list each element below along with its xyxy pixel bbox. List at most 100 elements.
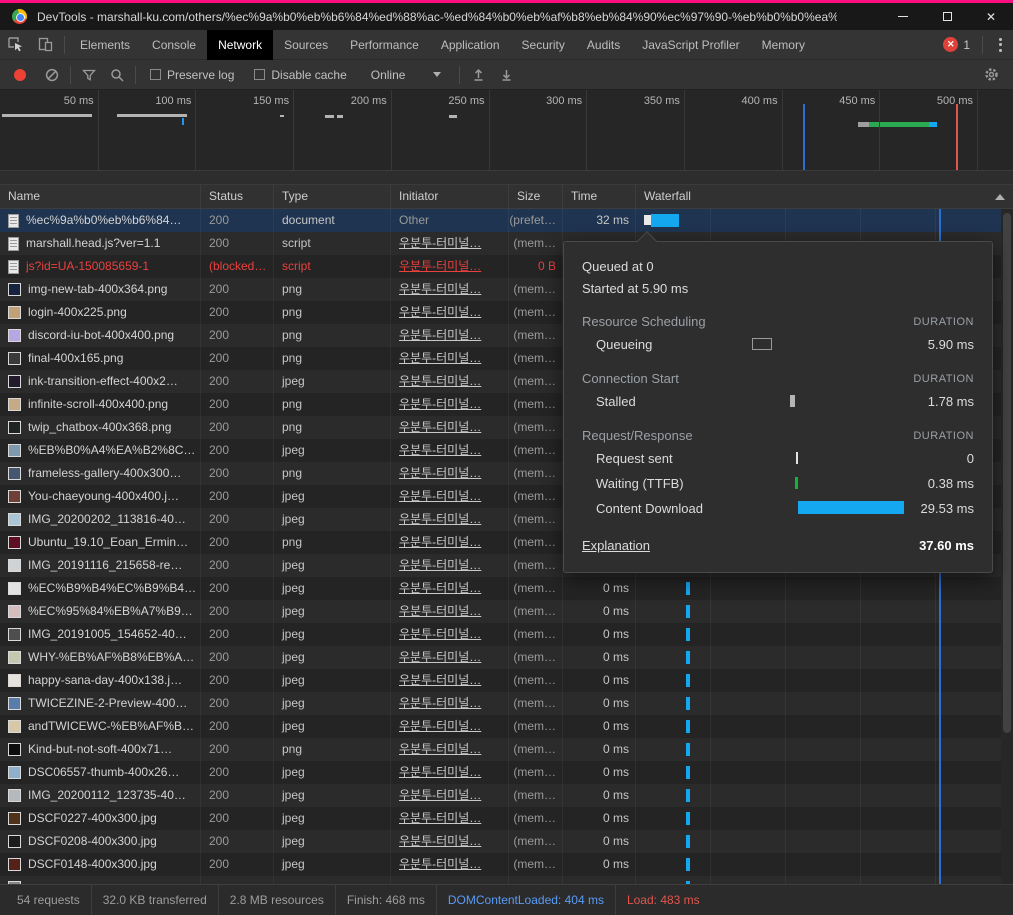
waterfall-cell[interactable] xyxy=(635,876,1013,884)
waterfall-cell[interactable] xyxy=(635,784,1013,807)
request-row[interactable]: %ec%9a%b0%eb%b6%84…200documentOther(pref… xyxy=(0,209,1013,232)
import-har-button[interactable] xyxy=(464,61,492,89)
maximize-button[interactable] xyxy=(925,3,969,30)
preserve-log-checkbox[interactable] xyxy=(150,69,161,80)
column-header-initiator[interactable]: Initiator xyxy=(390,185,508,209)
waterfall-cell[interactable] xyxy=(635,830,1013,853)
waterfall-cell[interactable] xyxy=(635,600,1013,623)
initiator-link[interactable]: 우분투-터미널… xyxy=(399,558,481,572)
inspect-element-button[interactable] xyxy=(0,30,30,60)
vertical-scrollbar[interactable] xyxy=(1001,209,1013,884)
initiator-link[interactable]: 우분투-터미널… xyxy=(399,420,481,434)
initiator-link[interactable]: 우분투-터미널… xyxy=(399,443,481,457)
tab-security[interactable]: Security xyxy=(511,30,576,60)
disable-cache-toggle[interactable]: Disable cache xyxy=(254,68,346,82)
minimize-button[interactable] xyxy=(881,3,925,30)
request-row[interactable]: WHY-%EB%AF%B8%EB%A…200jpeg우분투-터미널…(mem…0… xyxy=(0,646,1013,669)
initiator-link[interactable]: 우분투-터미널… xyxy=(399,765,481,779)
tab-network[interactable]: Network xyxy=(207,30,273,60)
devtools-menu-button[interactable] xyxy=(987,30,1013,60)
tab-javascript-profiler[interactable]: JavaScript Profiler xyxy=(631,30,750,60)
request-row[interactable]: IMG_20200112_123735-40…200jpeg우분투-터미널…(m… xyxy=(0,784,1013,807)
initiator-link[interactable]: 우분투-터미널… xyxy=(399,282,481,296)
column-header-size[interactable]: Size xyxy=(508,185,562,209)
tab-console[interactable]: Console xyxy=(141,30,207,60)
request-row[interactable]: %EC%95%84%EB%A7%B9…200jpeg우분투-터미널…(mem…0… xyxy=(0,600,1013,623)
initiator-link[interactable]: 우분투-터미널… xyxy=(399,328,481,342)
initiator-link[interactable]: 우분투-터미널… xyxy=(399,696,481,710)
tab-elements[interactable]: Elements xyxy=(69,30,141,60)
waterfall-cell[interactable] xyxy=(635,738,1013,761)
tab-sources[interactable]: Sources xyxy=(273,30,339,60)
initiator-link[interactable]: 우분투-터미널… xyxy=(399,397,481,411)
request-row[interactable]: Kind-but-not-soft-400x71…200png우분투-터미널…(… xyxy=(0,738,1013,761)
tab-memory[interactable]: Memory xyxy=(751,30,816,60)
request-initiator-cell: 우분투-터미널… xyxy=(390,462,508,485)
initiator-link[interactable]: 우분투-터미널… xyxy=(399,581,481,595)
close-button[interactable]: ✕ xyxy=(969,3,1013,30)
initiator-link[interactable]: 우분투-터미널… xyxy=(399,604,481,618)
initiator-link[interactable]: 우분투-터미널… xyxy=(399,788,481,802)
waterfall-cell[interactable] xyxy=(635,807,1013,830)
initiator-link[interactable]: 우분투-터미널… xyxy=(399,719,481,733)
initiator-link[interactable]: 우분투-터미널… xyxy=(399,742,481,756)
tab-audits[interactable]: Audits xyxy=(576,30,631,60)
initiator-link[interactable]: 우분투-터미널… xyxy=(399,673,481,687)
initiator-link[interactable]: 우분투-터미널… xyxy=(399,259,481,273)
waterfall-cell[interactable] xyxy=(635,761,1013,784)
device-toolbar-button[interactable] xyxy=(30,30,60,60)
network-overview-pane[interactable]: 50 ms100 ms150 ms200 ms250 ms300 ms350 m… xyxy=(0,90,1013,185)
request-row[interactable]: TWICEZINE-2-Preview-400…200jpeg우분투-터미널…(… xyxy=(0,692,1013,715)
column-header-time[interactable]: Time xyxy=(562,185,635,209)
request-row[interactable]: andTWICEWC-%EB%AF%B…200jpeg우분투-터미널…(mem…… xyxy=(0,715,1013,738)
request-row[interactable]: IMG_20191005_154652-40…200jpeg우분투-터미널…(m… xyxy=(0,623,1013,646)
waterfall-cell[interactable] xyxy=(635,853,1013,876)
initiator-link[interactable]: 우분투-터미널… xyxy=(399,351,481,365)
preserve-log-toggle[interactable]: Preserve log xyxy=(150,68,234,82)
initiator-link[interactable]: 우분투-터미널… xyxy=(399,857,481,871)
waterfall-cell[interactable] xyxy=(635,209,1013,232)
initiator-link[interactable]: 우분투-터미널… xyxy=(399,650,481,664)
request-row[interactable]: DSCF0208-400x300.jpg200jpeg우분투-터미널…(mem…… xyxy=(0,830,1013,853)
request-row[interactable]: DSCF0227-400x300.jpg200jpeg우분투-터미널…(mem…… xyxy=(0,807,1013,830)
initiator-link[interactable]: 우분투-터미널… xyxy=(399,305,481,319)
search-button[interactable] xyxy=(103,61,131,89)
initiator-link[interactable]: 우분투-터미널… xyxy=(399,627,481,641)
throttling-select[interactable]: Online xyxy=(371,68,442,82)
column-header-name[interactable]: Name xyxy=(0,185,200,209)
settings-button[interactable] xyxy=(977,61,1005,89)
console-error-badge[interactable]: ✕ 1 xyxy=(935,37,978,52)
initiator-link[interactable]: 우분투-터미널… xyxy=(399,834,481,848)
initiator-link[interactable]: 우분투-터미널… xyxy=(399,512,481,526)
disable-cache-checkbox[interactable] xyxy=(254,69,265,80)
record-button[interactable] xyxy=(14,69,26,81)
initiator-link[interactable]: 우분투-터미널… xyxy=(399,811,481,825)
waterfall-cell[interactable] xyxy=(635,646,1013,669)
initiator-link[interactable]: 우분투-터미널… xyxy=(399,535,481,549)
initiator-link[interactable]: 우분투-터미널… xyxy=(399,466,481,480)
request-row[interactable]: happy-sana-day-400x138.j…200jpeg우분투-터미널…… xyxy=(0,669,1013,692)
filter-button[interactable] xyxy=(75,61,103,89)
column-header-type[interactable]: Type xyxy=(273,185,390,209)
network-toolbar: Preserve log Disable cache Online xyxy=(0,60,1013,90)
request-row[interactable]: DSC06557-thumb-400x26…200jpeg우분투-터미널…(me… xyxy=(0,761,1013,784)
clear-button[interactable] xyxy=(38,61,66,89)
request-row[interactable]: %EC%B9%B4%EC%B9%B4…200jpeg우분투-터미널…(mem…0… xyxy=(0,577,1013,600)
waterfall-cell[interactable] xyxy=(635,577,1013,600)
request-row[interactable]: DSCF0148-400x300.jpg200jpeg우분투-터미널…(mem…… xyxy=(0,853,1013,876)
waterfall-cell[interactable] xyxy=(635,692,1013,715)
tab-performance[interactable]: Performance xyxy=(339,30,430,60)
explanation-link[interactable]: Explanation xyxy=(582,535,650,557)
scrollbar-thumb[interactable] xyxy=(1003,213,1011,733)
waterfall-cell[interactable] xyxy=(635,623,1013,646)
tab-application[interactable]: Application xyxy=(430,30,511,60)
column-header-waterfall[interactable]: Waterfall xyxy=(635,185,1013,209)
export-har-button[interactable] xyxy=(492,61,520,89)
initiator-link[interactable]: 우분투-터미널… xyxy=(399,489,481,503)
waterfall-cell[interactable] xyxy=(635,669,1013,692)
column-header-status[interactable]: Status xyxy=(200,185,273,209)
request-row[interactable] xyxy=(0,876,1013,884)
waterfall-cell[interactable] xyxy=(635,715,1013,738)
initiator-link[interactable]: 우분투-터미널… xyxy=(399,374,481,388)
initiator-link[interactable]: 우분투-터미널… xyxy=(399,236,481,250)
